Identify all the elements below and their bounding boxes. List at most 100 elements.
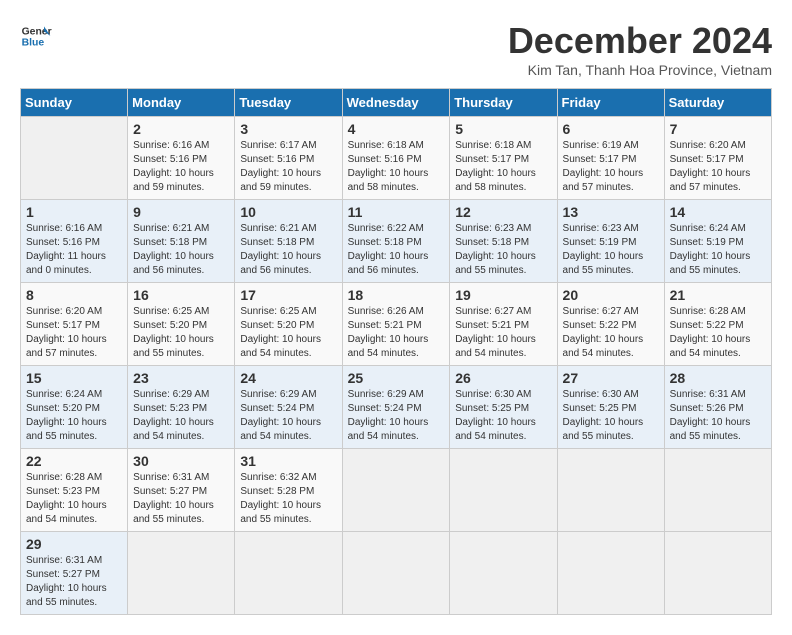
day-number: 15 [26, 370, 122, 386]
calendar-cell [664, 449, 771, 532]
day-header-friday: Friday [557, 89, 664, 117]
day-number: 24 [240, 370, 336, 386]
calendar-cell [128, 532, 235, 615]
day-info: Sunrise: 6:24 AMSunset: 5:20 PMDaylight:… [26, 389, 107, 442]
day-number: 21 [670, 287, 766, 303]
day-number: 29 [26, 536, 122, 552]
calendar-cell: 11 Sunrise: 6:22 AMSunset: 5:18 PMDayligh… [342, 200, 450, 283]
day-info: Sunrise: 6:28 AMSunset: 5:22 PMDaylight:… [670, 306, 751, 359]
day-header-monday: Monday [128, 89, 235, 117]
day-info: Sunrise: 6:27 AMSunset: 5:21 PMDaylight:… [455, 306, 536, 359]
day-header-tuesday: Tuesday [235, 89, 342, 117]
day-number: 26 [455, 370, 551, 386]
calendar-table: SundayMondayTuesdayWednesdayThursdayFrid… [20, 88, 772, 615]
day-info: Sunrise: 6:31 AMSunset: 5:27 PMDaylight:… [26, 555, 107, 608]
day-number: 25 [348, 370, 445, 386]
day-header-saturday: Saturday [664, 89, 771, 117]
day-number: 11 [348, 204, 445, 220]
calendar-cell [557, 449, 664, 532]
calendar-cell: 28Sunrise: 6:31 AMSunset: 5:26 PMDayligh… [664, 366, 771, 449]
day-info: Sunrise: 6:29 AMSunset: 5:23 PMDaylight:… [133, 389, 214, 442]
day-info: Sunrise: 6:16 AMSunset: 5:16 PMDaylight:… [133, 140, 214, 193]
calendar-cell: 19 Sunrise: 6:27 AMSunset: 5:21 PMDayligh… [450, 283, 557, 366]
calendar-cell [664, 532, 771, 615]
day-number: 16 [133, 287, 229, 303]
day-info: Sunrise: 6:29 AMSunset: 5:24 PMDaylight:… [240, 389, 321, 442]
calendar-cell: 8Sunrise: 6:20 AMSunset: 5:17 PMDaylight… [21, 283, 128, 366]
day-number: 18 [348, 287, 445, 303]
day-number: 30 [133, 453, 229, 469]
calendar-cell: 21 Sunrise: 6:28 AMSunset: 5:22 PMDayligh… [664, 283, 771, 366]
calendar-title: December 2024 [508, 20, 772, 62]
day-number: 6 [563, 121, 659, 137]
day-info: Sunrise: 6:17 AMSunset: 5:16 PMDaylight:… [240, 140, 321, 193]
day-number: 23 [133, 370, 229, 386]
week-row-0: 2Sunrise: 6:16 AMSunset: 5:16 PMDaylight… [21, 117, 772, 200]
day-info: Sunrise: 6:23 AMSunset: 5:19 PMDaylight:… [563, 223, 644, 276]
calendar-cell: 3 Sunrise: 6:17 AMSunset: 5:16 PMDaylight… [235, 117, 342, 200]
day-info: Sunrise: 6:28 AMSunset: 5:23 PMDaylight:… [26, 472, 107, 525]
day-info: Sunrise: 6:18 AMSunset: 5:16 PMDaylight:… [348, 140, 429, 193]
day-number: 8 [26, 287, 122, 303]
week-row-4: 22 Sunrise: 6:28 AMSunset: 5:23 PMDayligh… [21, 449, 772, 532]
day-info: Sunrise: 6:30 AMSunset: 5:25 PMDaylight:… [455, 389, 536, 442]
day-info: Sunrise: 6:16 AMSunset: 5:16 PMDaylight:… [26, 223, 106, 276]
calendar-cell: 29 Sunrise: 6:31 AMSunset: 5:27 PMDayligh… [21, 532, 128, 615]
calendar-cell: 25 Sunrise: 6:29 AMSunset: 5:24 PMDayligh… [342, 366, 450, 449]
calendar-cell: 26 Sunrise: 6:30 AMSunset: 5:25 PMDayligh… [450, 366, 557, 449]
week-row-5: 29 Sunrise: 6:31 AMSunset: 5:27 PMDayligh… [21, 532, 772, 615]
calendar-cell: 18 Sunrise: 6:26 AMSunset: 5:21 PMDayligh… [342, 283, 450, 366]
day-header-thursday: Thursday [450, 89, 557, 117]
day-info: Sunrise: 6:32 AMSunset: 5:28 PMDaylight:… [240, 472, 321, 525]
day-number: 19 [455, 287, 551, 303]
day-info: Sunrise: 6:21 AMSunset: 5:18 PMDaylight:… [133, 223, 214, 276]
calendar-cell: 2Sunrise: 6:16 AMSunset: 5:16 PMDaylight… [128, 117, 235, 200]
calendar-cell: 5 Sunrise: 6:18 AMSunset: 5:17 PMDaylight… [450, 117, 557, 200]
day-number: 13 [563, 204, 659, 220]
day-info: Sunrise: 6:22 AMSunset: 5:18 PMDaylight:… [348, 223, 429, 276]
day-info: Sunrise: 6:27 AMSunset: 5:22 PMDaylight:… [563, 306, 644, 359]
calendar-cell: 30Sunrise: 6:31 AMSunset: 5:27 PMDayligh… [128, 449, 235, 532]
week-row-2: 8Sunrise: 6:20 AMSunset: 5:17 PMDaylight… [21, 283, 772, 366]
day-number: 14 [670, 204, 766, 220]
day-number: 7 [670, 121, 766, 137]
calendar-cell: 10Sunrise: 6:21 AMSunset: 5:18 PMDayligh… [235, 200, 342, 283]
calendar-cell: 14Sunrise: 6:24 AMSunset: 5:19 PMDayligh… [664, 200, 771, 283]
day-info: Sunrise: 6:19 AMSunset: 5:17 PMDaylight:… [563, 140, 644, 193]
title-section: December 2024 Kim Tan, Thanh Hoa Provinc… [508, 20, 772, 78]
day-number: 5 [455, 121, 551, 137]
calendar-cell: 6 Sunrise: 6:19 AMSunset: 5:17 PMDaylight… [557, 117, 664, 200]
day-number: 22 [26, 453, 122, 469]
calendar-cell: 7 Sunrise: 6:20 AMSunset: 5:17 PMDaylight… [664, 117, 771, 200]
day-info: Sunrise: 6:23 AMSunset: 5:18 PMDaylight:… [455, 223, 536, 276]
calendar-cell: 4Sunrise: 6:18 AMSunset: 5:16 PMDaylight… [342, 117, 450, 200]
day-number: 20 [563, 287, 659, 303]
days-header-row: SundayMondayTuesdayWednesdayThursdayFrid… [21, 89, 772, 117]
svg-text:Blue: Blue [22, 38, 45, 49]
week-row-1: 1 Sunrise: 6:16 AMSunset: 5:16 PMDaylight… [21, 200, 772, 283]
day-number: 12 [455, 204, 551, 220]
day-number: 31 [240, 453, 336, 469]
calendar-cell: 13 Sunrise: 6:23 AMSunset: 5:19 PMDayligh… [557, 200, 664, 283]
day-number: 10 [240, 204, 336, 220]
calendar-cell: 12 Sunrise: 6:23 AMSunset: 5:18 PMDayligh… [450, 200, 557, 283]
day-number: 17 [240, 287, 336, 303]
day-info: Sunrise: 6:25 AMSunset: 5:20 PMDaylight:… [240, 306, 321, 359]
week-row-3: 15 Sunrise: 6:24 AMSunset: 5:20 PMDayligh… [21, 366, 772, 449]
calendar-cell [342, 532, 450, 615]
calendar-cell: 1 Sunrise: 6:16 AMSunset: 5:16 PMDaylight… [21, 200, 128, 283]
day-info: Sunrise: 6:29 AMSunset: 5:24 PMDaylight:… [348, 389, 429, 442]
day-header-wednesday: Wednesday [342, 89, 450, 117]
calendar-cell: 31 Sunrise: 6:32 AMSunset: 5:28 PMDayligh… [235, 449, 342, 532]
calendar-cell: 27Sunrise: 6:30 AMSunset: 5:25 PMDayligh… [557, 366, 664, 449]
day-info: Sunrise: 6:18 AMSunset: 5:17 PMDaylight:… [455, 140, 536, 193]
day-info: Sunrise: 6:20 AMSunset: 5:17 PMDaylight:… [670, 140, 751, 193]
day-number: 1 [26, 204, 122, 220]
day-info: Sunrise: 6:26 AMSunset: 5:21 PMDaylight:… [348, 306, 429, 359]
day-number: 3 [240, 121, 336, 137]
calendar-subtitle: Kim Tan, Thanh Hoa Province, Vietnam [508, 62, 772, 78]
day-info: Sunrise: 6:30 AMSunset: 5:25 PMDaylight:… [563, 389, 644, 442]
calendar-cell [450, 532, 557, 615]
day-header-sunday: Sunday [21, 89, 128, 117]
calendar-cell: 24 Sunrise: 6:29 AMSunset: 5:24 PMDayligh… [235, 366, 342, 449]
